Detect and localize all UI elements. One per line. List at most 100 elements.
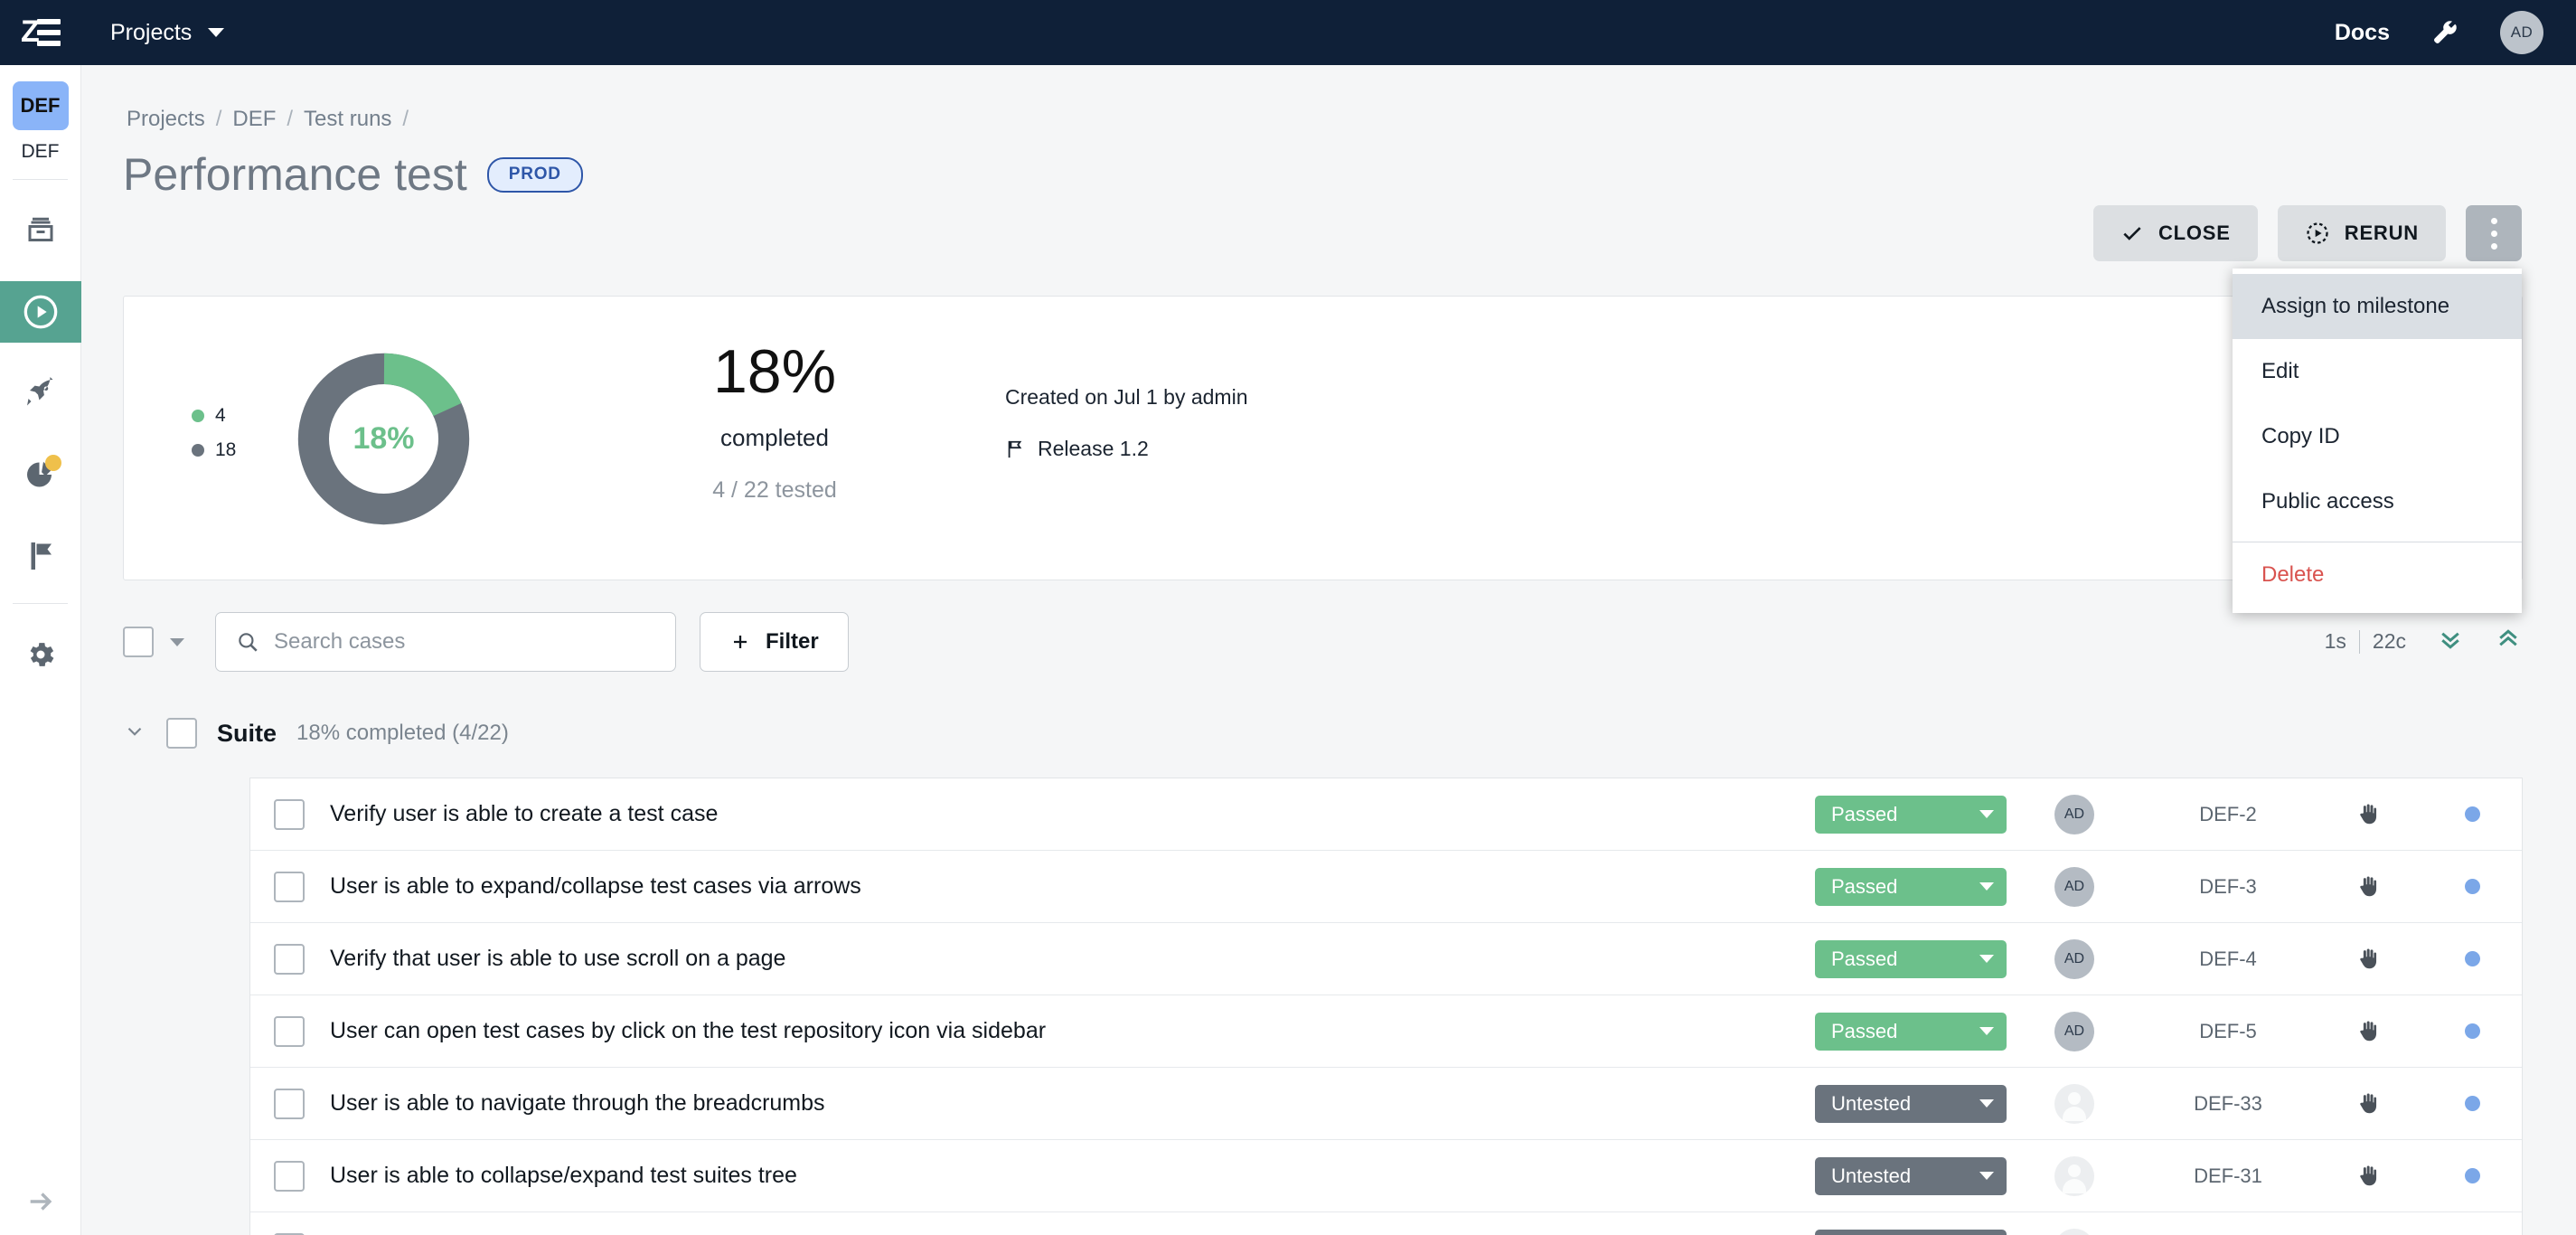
case-id[interactable]: DEF-33 (2142, 1092, 2314, 1116)
run-meta: Created on Jul 1 by admin Release 1.2 (1005, 385, 1248, 461)
more-actions-dropdown: Assign to milestone Edit Copy ID Public … (2233, 269, 2522, 613)
case-title[interactable]: User is able to navigate through the bre… (330, 1090, 825, 1117)
case-id[interactable]: DEF-5 (2142, 1020, 2314, 1043)
status-dropdown[interactable]: Untested (1815, 1156, 2007, 1195)
chevron-down-icon (1979, 1172, 1994, 1180)
project-badge[interactable]: DEF (12, 81, 69, 130)
result-indicator[interactable] (2422, 1023, 2522, 1039)
row-checkbox[interactable] (274, 943, 305, 975)
case-id[interactable]: DEF-31 (2142, 1164, 2314, 1188)
suite-name: Suite (217, 719, 277, 747)
sidebar-item-releases[interactable] (0, 363, 81, 424)
sidebar-item-test-repository[interactable] (0, 200, 81, 261)
case-title[interactable]: Verify user is able to create a test cas… (330, 801, 718, 827)
status-dropdown[interactable]: Passed (1815, 795, 2007, 834)
table-row[interactable]: User is able to expand/collapse test cas… (250, 851, 2522, 923)
table-row[interactable]: Verify user is able to create a test cas… (250, 778, 2522, 851)
sidebar-item-milestones[interactable] (0, 525, 81, 587)
status-dropdown[interactable]: Passed (1815, 867, 2007, 906)
menu-item-edit[interactable]: Edit (2233, 339, 2522, 404)
assignee-avatar[interactable]: AD (2054, 938, 2094, 979)
select-all-checkbox[interactable] (123, 627, 154, 657)
result-indicator[interactable] (2422, 806, 2522, 822)
case-id[interactable]: DEF-4 (2142, 947, 2314, 971)
status-label: Passed (1831, 1019, 1898, 1042)
add-filter-label: Filter (766, 629, 819, 654)
chevron-down-icon (1979, 1099, 1994, 1108)
result-indicator[interactable] (2422, 879, 2522, 894)
expand-sidebar-button[interactable] (0, 1186, 81, 1217)
select-all-dropdown-icon[interactable] (170, 637, 184, 646)
wrench-icon[interactable] (2431, 19, 2458, 46)
result-indicator[interactable] (2422, 1168, 2522, 1183)
rerun-button[interactable]: RERUN (2277, 205, 2446, 261)
chevron-down-icon (1979, 882, 1994, 891)
row-checkbox[interactable] (274, 1160, 305, 1192)
legend-value-completed: 4 (215, 405, 226, 426)
case-id[interactable]: DEF-3 (2142, 875, 2314, 899)
chevron-down-icon (1979, 955, 1994, 963)
status-dropdown[interactable]: Untested (1815, 1084, 2007, 1123)
row-checkbox[interactable] (274, 1088, 305, 1119)
breadcrumb-item-def[interactable]: DEF (232, 107, 276, 132)
search-cases-box[interactable] (215, 612, 676, 672)
status-dropdown[interactable]: Passed (1815, 939, 2007, 978)
case-id[interactable]: DEF-2 (2142, 803, 2314, 826)
user-avatar[interactable]: AD (2500, 11, 2543, 54)
assignee-avatar-placeholder[interactable] (2054, 1228, 2094, 1235)
assignee-avatar[interactable]: AD (2054, 866, 2094, 907)
manual-type-icon (2314, 1091, 2422, 1116)
test-cases-table: Verify user is able to create a test cas… (249, 778, 2523, 1235)
row-checkbox[interactable] (274, 798, 305, 830)
status-dropdown[interactable]: Passed (1815, 1012, 2007, 1051)
case-title[interactable]: User can open test cases by click on the… (330, 1018, 1046, 1044)
breadcrumb-item-projects[interactable]: Projects (127, 107, 205, 132)
sidebar-item-settings[interactable] (0, 624, 81, 685)
status-label: Passed (1831, 874, 1898, 898)
table-row[interactable]: User is able to navigate through the bre… (250, 1068, 2522, 1140)
sidebar-item-test-runs[interactable] (0, 281, 81, 343)
assignee-avatar-placeholder[interactable] (2054, 1083, 2094, 1124)
close-button[interactable]: CLOSE (2092, 205, 2258, 261)
more-actions-button[interactable] (2466, 205, 2522, 261)
table-row[interactable]: Verify that user is able to use scroll o… (250, 923, 2522, 995)
expand-all-button[interactable] (2437, 626, 2464, 657)
search-input[interactable] (274, 629, 635, 655)
result-indicator[interactable] (2422, 1096, 2522, 1111)
case-title[interactable]: User is able to collapse/expand test sui… (330, 1163, 797, 1189)
manual-type-icon (2314, 1019, 2422, 1043)
status-dropdown[interactable]: Untested (1815, 1229, 2007, 1235)
legend-swatch-completed (192, 410, 204, 422)
tested-count: 4 / 22 tested (712, 477, 837, 504)
projects-menu[interactable]: Projects (110, 20, 225, 46)
milestone-link[interactable]: Release 1.2 (1005, 437, 1248, 461)
suite-collapse-toggle[interactable] (123, 720, 146, 748)
menu-item-public-access[interactable]: Public access (2233, 469, 2522, 534)
assignee-avatar-placeholder[interactable] (2054, 1155, 2094, 1196)
table-row[interactable]: User is able to collapse/expand test sui… (250, 1140, 2522, 1212)
result-indicator[interactable] (2422, 951, 2522, 966)
case-title[interactable]: User is able to expand/collapse test cas… (330, 873, 861, 900)
sidebar-item-reports[interactable] (0, 444, 81, 505)
docs-link[interactable]: Docs (2335, 20, 2390, 46)
menu-item-assign-to-milestone[interactable]: Assign to milestone (2233, 274, 2522, 339)
menu-item-copy-id[interactable]: Copy ID (2233, 404, 2522, 469)
row-checkbox[interactable] (274, 871, 305, 902)
manual-type-icon (2314, 947, 2422, 971)
breadcrumb-item-test-runs[interactable]: Test runs (304, 107, 391, 132)
completion-percent: 18% (712, 337, 837, 406)
collapse-all-button[interactable] (2495, 626, 2522, 657)
breadcrumb: Projects / DEF / Test runs / (127, 107, 409, 132)
row-checkbox[interactable] (274, 1015, 305, 1047)
assignee-avatar[interactable]: AD (2054, 794, 2094, 834)
menu-item-delete[interactable]: Delete (2233, 542, 2522, 608)
table-row[interactable]: Verify test repository if there are no t… (250, 1212, 2522, 1235)
table-row[interactable]: User can open test cases by click on the… (250, 995, 2522, 1068)
app-logo[interactable]: Z (0, 16, 81, 48)
suite-checkbox[interactable] (166, 718, 197, 749)
case-title[interactable]: Verify that user is able to use scroll o… (330, 946, 785, 972)
project-label[interactable]: DEF (0, 141, 80, 163)
legend-swatch-untested (192, 444, 204, 457)
add-filter-button[interactable]: Filter (700, 612, 849, 672)
assignee-avatar[interactable]: AD (2054, 1011, 2094, 1051)
